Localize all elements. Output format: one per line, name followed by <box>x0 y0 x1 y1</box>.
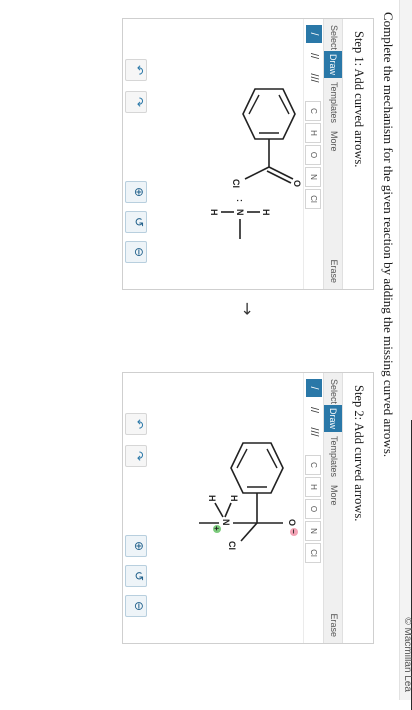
top-strip: © Macmillan Lea <box>399 0 412 710</box>
atom-o-button[interactable]: O <box>305 499 321 519</box>
oxygen-label: O <box>287 519 297 526</box>
zoom-reset-button[interactable]: ↺ <box>125 211 147 233</box>
lone-pair: : <box>235 199 245 202</box>
tab-templates[interactable]: Templates <box>329 436 339 477</box>
zoom-out-icon: ⊖ <box>132 600 146 612</box>
molecule-canvas[interactable]: O Cl H N : H <box>133 79 303 249</box>
atom-cl-button[interactable]: Cl <box>305 189 321 209</box>
zoom-reset-icon: ↺ <box>132 570 146 582</box>
tab-more[interactable]: More <box>329 485 339 506</box>
tab-templates[interactable]: Templates <box>329 82 339 123</box>
rotated-page: © Macmillan Lea Complete the mechanism f… <box>0 0 412 710</box>
single-bond-tool[interactable]: / <box>306 25 322 43</box>
benzene-ring <box>242 88 296 140</box>
atom-cl-button[interactable]: Cl <box>305 543 321 563</box>
undo-icon: ↶ <box>132 418 146 430</box>
erase-button[interactable]: Erase <box>329 259 339 283</box>
atom-c-button[interactable]: C <box>305 455 321 475</box>
draw-tools: / // /// C H O N Cl <box>303 373 324 643</box>
atom-o-button[interactable]: O <box>305 145 321 165</box>
hydrogen-label: H <box>261 209 271 216</box>
undo-icon: ↶ <box>132 64 146 76</box>
zoom-out-button[interactable]: ⊖ <box>125 595 147 617</box>
tab-more[interactable]: More <box>329 131 339 152</box>
draw-tools: / // /// C H O N Cl <box>303 19 324 289</box>
redo-icon: ↷ <box>132 450 146 462</box>
hydrogen-label: H <box>229 495 239 502</box>
double-bond-tool[interactable]: // <box>306 47 322 65</box>
minus-charge: − <box>289 529 298 534</box>
step-2-panel: Step 2: Add curved arrows. Select Draw T… <box>122 372 374 644</box>
n-h-bond <box>214 502 224 518</box>
step-title: Step 2: Add curved arrows. <box>352 385 366 522</box>
zoom-reset-button[interactable]: ↺ <box>125 565 147 587</box>
erase-button[interactable]: Erase <box>329 613 339 637</box>
undo-button[interactable]: ↶ <box>125 59 147 81</box>
single-bond-tool[interactable]: / <box>306 379 322 397</box>
oxygen-label: O <box>292 180 302 187</box>
atom-c-button[interactable]: C <box>305 101 321 121</box>
zoom-in-icon: ⊕ <box>132 540 146 552</box>
chlorine-label: Cl <box>231 179 241 188</box>
n-h-bond <box>224 502 232 518</box>
triple-bond-tool[interactable]: /// <box>306 423 322 441</box>
toolbar-tabs: Select Draw Templates More Erase <box>323 373 343 643</box>
redo-button[interactable]: ↷ <box>125 91 147 113</box>
atom-h-button[interactable]: H <box>305 477 321 497</box>
tab-select[interactable]: Select <box>329 379 339 404</box>
zoom-in-icon: ⊕ <box>132 186 146 198</box>
tab-select[interactable]: Select <box>329 25 339 50</box>
redo-icon: ↷ <box>132 96 146 108</box>
atom-h-button[interactable]: H <box>305 123 321 143</box>
zoom-out-icon: ⊖ <box>132 246 146 258</box>
chlorine-label: Cl <box>227 541 237 550</box>
toolbar-tabs: Select Draw Templates More Erase <box>323 19 343 289</box>
double-bond-tool[interactable]: // <box>306 401 322 419</box>
nitrogen-label: N <box>235 209 245 216</box>
tab-draw[interactable]: Draw <box>324 405 342 433</box>
atom-n-button[interactable]: N <box>305 167 321 187</box>
step-1-panel: Step 1: Add curved arrows. Select Draw T… <box>122 18 374 290</box>
zoom-reset-icon: ↺ <box>132 216 146 228</box>
zoom-out-button[interactable]: ⊖ <box>125 241 147 263</box>
copyright-notice: © Macmillan Lea <box>402 617 412 692</box>
c-cl-bond <box>244 166 270 180</box>
nitrogen-label: N <box>221 519 231 526</box>
tab-draw[interactable]: Draw <box>324 51 342 79</box>
question-text: Complete the mechanism for the given rea… <box>381 12 396 458</box>
triple-bond-tool[interactable]: /// <box>306 69 322 87</box>
hydrogen-label: H <box>209 209 219 216</box>
redo-button[interactable]: ↷ <box>125 445 147 467</box>
step-title: Step 1: Add curved arrows. <box>352 31 366 168</box>
plus-charge: + <box>212 526 221 531</box>
hydrogen-label: H <box>207 495 217 502</box>
reaction-arrow: → <box>238 302 257 316</box>
c-cl-bond <box>240 522 258 542</box>
zoom-in-button[interactable]: ⊕ <box>125 181 147 203</box>
molecule-canvas[interactable]: O − Cl N + H H <box>133 433 303 603</box>
atom-n-button[interactable]: N <box>305 521 321 541</box>
undo-button[interactable]: ↶ <box>125 413 147 435</box>
benzene-ring <box>230 442 284 494</box>
zoom-in-button[interactable]: ⊕ <box>125 535 147 557</box>
